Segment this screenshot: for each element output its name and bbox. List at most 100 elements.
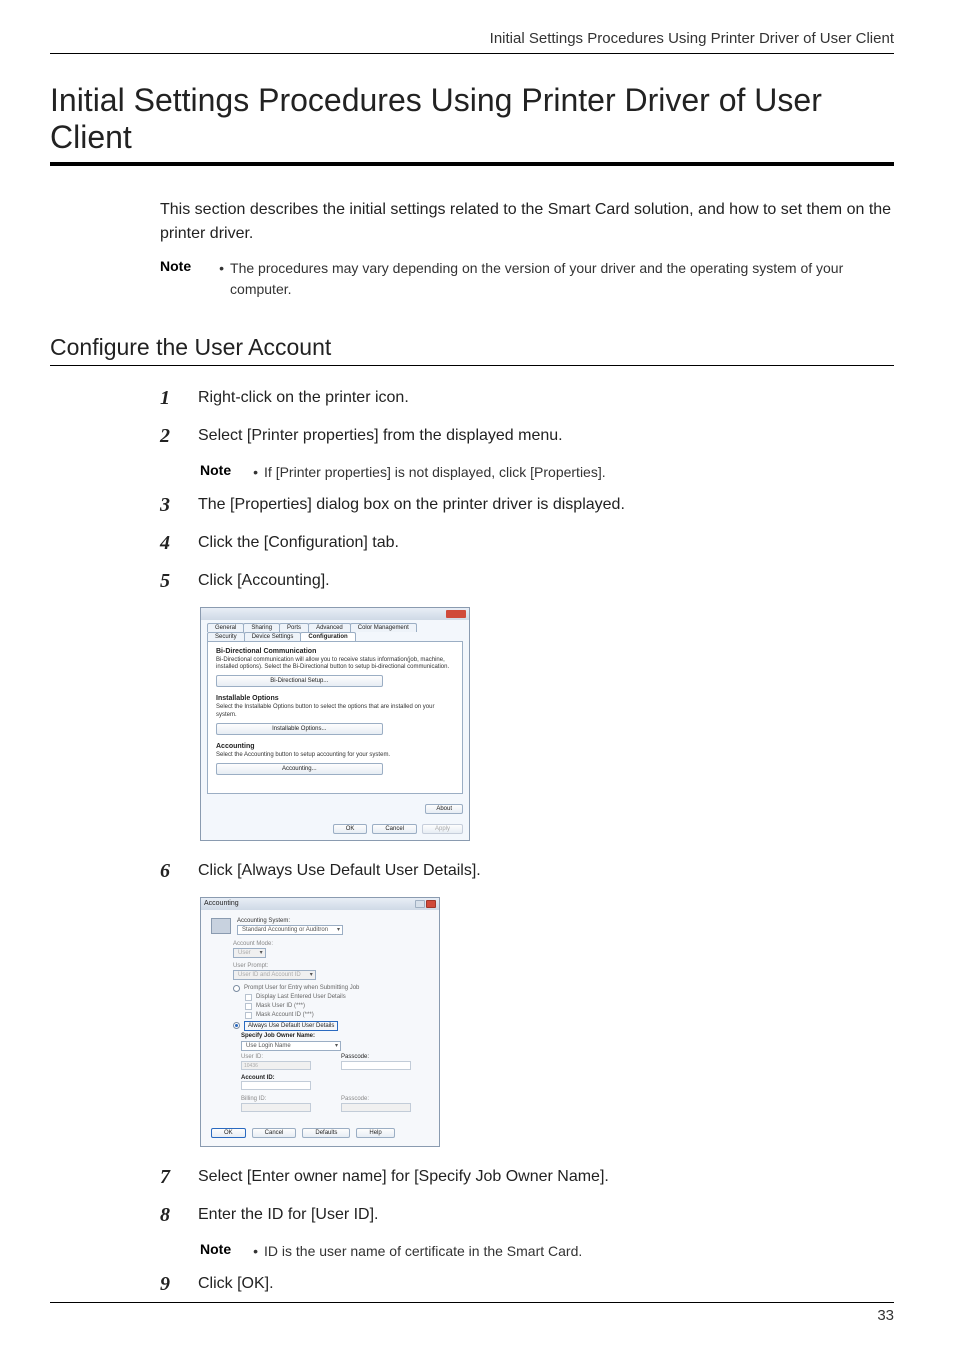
- dialog-titlebar: [201, 608, 469, 620]
- check-label: Display Last Entered User Details: [256, 994, 346, 1000]
- bullet-icon: •: [219, 258, 224, 279]
- passcode-input[interactable]: [341, 1061, 411, 1070]
- step-number: 8: [160, 1203, 178, 1227]
- radio-prompt-user[interactable]: Prompt User for Entry when Submitting Jo…: [233, 985, 429, 992]
- page-title: Initial Settings Procedures Using Printe…: [50, 82, 894, 166]
- apply-button[interactable]: Apply: [422, 824, 463, 834]
- step-number: 1: [160, 386, 178, 410]
- accounting-dialog-screenshot: Accounting Accounting System: Standard A…: [200, 897, 440, 1147]
- accounting-button[interactable]: Accounting...: [216, 763, 383, 775]
- note-body: • If [Printer properties] is not display…: [253, 462, 606, 483]
- check-mask-user[interactable]: Mask User ID (***): [245, 1003, 429, 1010]
- user-id-input[interactable]: 10436: [241, 1061, 311, 1070]
- about-button[interactable]: About: [425, 804, 463, 814]
- properties-dialog-screenshot: General Sharing Ports Advanced Color Man…: [200, 607, 470, 841]
- bidi-setup-button[interactable]: Bi-Directional Setup...: [216, 675, 383, 687]
- check-display-last[interactable]: Display Last Entered User Details: [245, 994, 429, 1001]
- tab-ports[interactable]: Ports: [279, 623, 309, 632]
- radio-always-default[interactable]: Always Use Default User Details: [233, 1021, 429, 1031]
- accounting-text: Select the Accounting button to setup ac…: [216, 752, 454, 759]
- passcode2-input[interactable]: [341, 1103, 411, 1112]
- step-text: Click [Accounting].: [198, 569, 330, 593]
- step-text: Click [Always Use Default User Details].: [198, 859, 481, 883]
- step-number: 6: [160, 859, 178, 883]
- checkbox-icon: [245, 994, 252, 1001]
- step-number: 5: [160, 569, 178, 593]
- cancel-button[interactable]: Cancel: [252, 1128, 297, 1138]
- dialog-bottom-buttons: OK Cancel Apply: [201, 820, 469, 840]
- ok-button[interactable]: OK: [211, 1128, 246, 1138]
- cancel-button[interactable]: Cancel: [372, 824, 417, 834]
- step-2: 2 Select [Printer properties] from the d…: [160, 424, 894, 448]
- ok-button[interactable]: OK: [333, 824, 368, 834]
- installable-options-button[interactable]: Installable Options...: [216, 723, 383, 735]
- step-text: Enter the ID for [User ID].: [198, 1203, 379, 1227]
- dialog-buttons: OK Cancel Defaults Help: [201, 1120, 439, 1146]
- step-number: 4: [160, 531, 178, 555]
- step-1: 1 Right-click on the printer icon.: [160, 386, 894, 410]
- tab-security[interactable]: Security: [207, 632, 245, 641]
- step-6: 6 Click [Always Use Default User Details…: [160, 859, 894, 883]
- owner-name-select[interactable]: Use Login Name: [241, 1041, 341, 1051]
- accounting-heading: Accounting: [216, 743, 454, 750]
- tab-color-management[interactable]: Color Management: [350, 623, 417, 632]
- close-icon[interactable]: [446, 610, 466, 618]
- step-number: 9: [160, 1272, 178, 1296]
- account-id-input[interactable]: [241, 1081, 311, 1090]
- user-prompt-label: User Prompt:: [233, 963, 429, 969]
- help-icon[interactable]: [415, 900, 425, 908]
- note-row-3: Note • ID is the user name of certificat…: [200, 1241, 894, 1262]
- dialog-title: Accounting: [204, 900, 239, 907]
- note-text: ID is the user name of certificate in th…: [264, 1241, 582, 1262]
- step-text: Right-click on the printer icon.: [198, 386, 409, 410]
- note-label: Note: [200, 1241, 231, 1257]
- radio-label-boxed: Always Use Default User Details: [244, 1021, 338, 1031]
- step-text: Click the [Configuration] tab.: [198, 531, 399, 555]
- bidi-text: Bi-Directional communication will allow …: [216, 657, 454, 671]
- note-row-1: Note • The procedures may vary depending…: [160, 258, 894, 300]
- billing-id-input[interactable]: [241, 1103, 311, 1112]
- tab-configuration[interactable]: Configuration: [300, 632, 355, 641]
- dialog-panel: Bi-Directional Communication Bi-Directio…: [207, 641, 463, 794]
- step-9: 9 Click [OK].: [160, 1272, 894, 1296]
- note-row-2: Note • If [Printer properties] is not di…: [200, 462, 894, 483]
- note-label: Note: [160, 258, 191, 274]
- note-body: • The procedures may vary depending on t…: [219, 258, 894, 300]
- bullet-icon: •: [253, 1241, 258, 1262]
- account-mode-select[interactable]: User: [233, 948, 266, 958]
- step-text: The [Properties] dialog box on the print…: [198, 493, 625, 517]
- user-prompt-select[interactable]: User ID and Account ID: [233, 970, 316, 980]
- check-label: Mask User ID (***): [256, 1003, 305, 1009]
- note-text: If [Printer properties] is not displayed…: [264, 462, 606, 483]
- note-body: • ID is the user name of certificate in …: [253, 1241, 582, 1262]
- check-mask-account[interactable]: Mask Account ID (***): [245, 1012, 429, 1019]
- step-3: 3 The [Properties] dialog box on the pri…: [160, 493, 894, 517]
- accounting-icon: [211, 918, 231, 934]
- check-label: Mask Account ID (***): [256, 1012, 314, 1018]
- running-header: Initial Settings Procedures Using Printe…: [50, 30, 894, 54]
- bullet-icon: •: [253, 462, 258, 483]
- tab-sharing[interactable]: Sharing: [243, 623, 280, 632]
- about-row: About: [201, 800, 469, 820]
- dialog-title: [204, 611, 206, 617]
- close-icon[interactable]: [426, 900, 436, 908]
- dialog-tabs-row2: Security Device Settings Configuration: [201, 632, 469, 641]
- page-number: 33: [50, 1302, 894, 1324]
- tab-device-settings[interactable]: Device Settings: [244, 632, 302, 641]
- accounting-system-select[interactable]: Standard Accounting or Auditron: [237, 925, 343, 935]
- note-text: The procedures may vary depending on the…: [230, 258, 894, 300]
- owner-name-label: Specify Job Owner Name:: [241, 1033, 429, 1039]
- radio-label: Prompt User for Entry when Submitting Jo…: [244, 985, 359, 991]
- step-text: Select [Printer properties] from the dis…: [198, 424, 563, 448]
- checkbox-icon: [245, 1003, 252, 1010]
- step-8: 8 Enter the ID for [User ID].: [160, 1203, 894, 1227]
- tab-general[interactable]: General: [207, 623, 244, 632]
- step-7: 7 Select [Enter owner name] for [Specify…: [160, 1165, 894, 1189]
- account-mode-label: Account Mode:: [233, 941, 429, 947]
- help-button[interactable]: Help: [356, 1128, 394, 1138]
- defaults-button[interactable]: Defaults: [302, 1128, 350, 1138]
- passcode-label: Passcode:: [341, 1054, 411, 1060]
- section-title: Configure the User Account: [50, 334, 894, 366]
- step-4: 4 Click the [Configuration] tab.: [160, 531, 894, 555]
- tab-advanced[interactable]: Advanced: [308, 623, 351, 632]
